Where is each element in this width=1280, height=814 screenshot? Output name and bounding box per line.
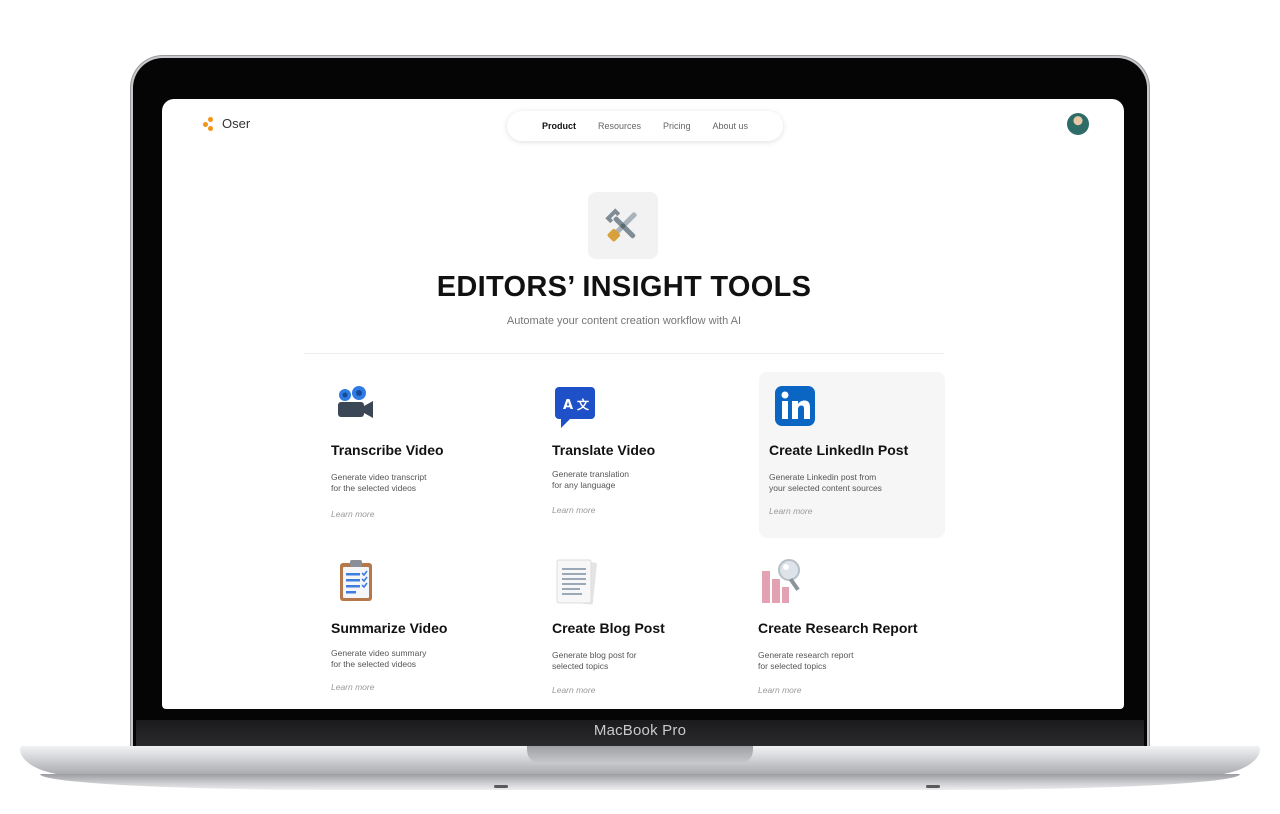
- tool-title: Transcribe Video: [331, 442, 444, 458]
- tool-card-create-blog-post[interactable]: Create Blog Post Generate blog post for s…: [545, 555, 731, 709]
- tool-description: Generate video transcript for the selecte…: [331, 472, 427, 493]
- clipboard-icon: [340, 560, 372, 601]
- brand-name: Oser: [222, 116, 251, 131]
- tool-description: Generate blog post for selected topics: [552, 650, 637, 671]
- tool-title: Create Blog Post: [552, 620, 665, 636]
- laptop-notch: [527, 746, 753, 764]
- learn-more-link[interactable]: Learn more: [331, 509, 374, 519]
- tool-title: Summarize Video: [331, 620, 448, 636]
- laptop-foot-right: [926, 785, 940, 788]
- brand-mark-icon: [203, 116, 217, 131]
- nav-about-us[interactable]: About us: [713, 121, 749, 131]
- tool-title: Create Research Report: [758, 620, 918, 636]
- hero-icon-tile: [588, 192, 658, 259]
- brand-logo[interactable]: Oser: [203, 116, 250, 131]
- nav-pricing[interactable]: Pricing: [663, 121, 691, 131]
- tool-description: Generate video summary for the selected v…: [331, 648, 427, 669]
- linkedin-icon: [775, 386, 815, 426]
- nav-product[interactable]: Product: [542, 121, 576, 131]
- tool-card-create-research-report[interactable]: Create Research Report Generate research…: [754, 555, 940, 709]
- tool-card-translate-video[interactable]: A 文 Translate Video Generate translation…: [545, 375, 731, 541]
- laptop-base-edge: [40, 774, 1240, 790]
- screen: Oser Product Resources Pricing About us …: [162, 99, 1124, 709]
- user-avatar[interactable]: [1067, 113, 1089, 135]
- page-title: EDITORS’ INSIGHT TOOLS: [436, 271, 812, 303]
- tool-description: Generate research report for selected top…: [758, 650, 854, 671]
- tool-description: Generate translation for any language: [552, 469, 630, 490]
- tool-card-summarize-video[interactable]: Summarize Video Generate video summary fo…: [324, 555, 510, 709]
- translate-icon: A 文: [555, 387, 595, 428]
- learn-more-link[interactable]: Learn more: [769, 506, 812, 516]
- page-subtitle: Automate your content creation workflow …: [506, 315, 742, 327]
- tool-card-create-linkedin-post[interactable]: Create LinkedIn Post Generate Linkedin p…: [759, 372, 945, 538]
- learn-more-link[interactable]: Learn more: [758, 685, 801, 695]
- section-divider: [304, 353, 944, 354]
- learn-more-link[interactable]: Learn more: [331, 682, 374, 692]
- svg-text:文: 文: [577, 397, 590, 412]
- svg-text:A: A: [563, 398, 573, 413]
- device-label: MacBook Pro: [593, 722, 687, 739]
- video-camera-icon: [338, 386, 373, 418]
- tool-title: Create LinkedIn Post: [769, 442, 909, 458]
- document-icon: [556, 559, 597, 605]
- top-nav: Product Resources Pricing About us: [507, 111, 783, 141]
- tools-wrench-screwdriver-icon: [605, 207, 637, 241]
- laptop-foot-left: [494, 785, 508, 788]
- tool-title: Translate Video: [552, 442, 656, 458]
- tool-card-transcribe-video[interactable]: Transcribe Video Generate video transcri…: [324, 375, 510, 541]
- nav-resources[interactable]: Resources: [598, 121, 641, 131]
- tool-description: Generate Linkedin post from your selected…: [769, 472, 882, 493]
- learn-more-link[interactable]: Learn more: [552, 505, 595, 515]
- learn-more-link[interactable]: Learn more: [552, 685, 595, 695]
- research-chart-icon: [762, 559, 800, 603]
